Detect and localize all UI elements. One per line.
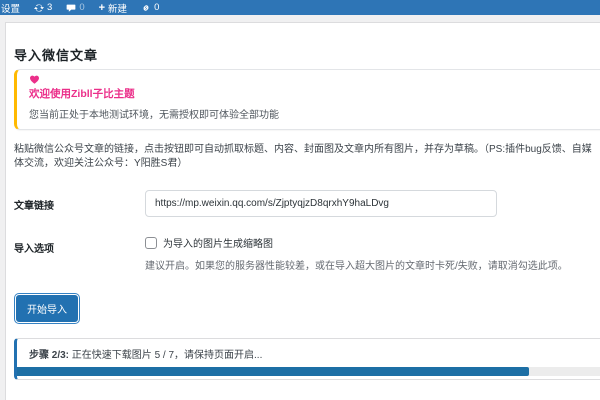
plugin-description: 粘贴微信公众号文章的链接，点击按钮即可自动抓取标题、内容、封面图及文章内所有图片… bbox=[14, 144, 592, 169]
options-field-cell: 为导入的图片生成缩略图 建议开启。如果您的服务器性能较差，或在导入超大图片的文章… bbox=[145, 233, 568, 272]
plus-icon: + bbox=[98, 1, 106, 14]
links-count: 0 bbox=[154, 2, 160, 13]
admin-bar-settings[interactable]: 设置 bbox=[0, 0, 27, 15]
link-icon bbox=[141, 3, 151, 13]
progress-notice: 步骤 2/3: 正在快速下载图片 5 / 7，请保持页面开启... bbox=[14, 338, 600, 380]
welcome-title: 欢迎使用Zibll子比主题 bbox=[29, 88, 135, 100]
heart-icon bbox=[29, 75, 600, 84]
admin-bar-links[interactable]: 0 bbox=[134, 0, 166, 15]
progress-status: 步骤 2/3: 正在快速下载图片 5 / 7，请保持页面开启... bbox=[17, 339, 600, 365]
link-field-cell bbox=[145, 190, 497, 217]
form-row-options: 导入选项 为导入的图片生成缩略图 建议开启。如果您的服务器性能较差，或在导入超大… bbox=[14, 233, 600, 272]
start-import-button[interactable]: 开始导入 bbox=[16, 295, 78, 322]
updates-count: 3 bbox=[47, 2, 53, 13]
comment-icon bbox=[66, 3, 76, 13]
admin-bar: 设置 3 0 + 新建 0 bbox=[0, 0, 600, 15]
article-link-input[interactable] bbox=[145, 190, 497, 217]
update-icon bbox=[34, 3, 45, 13]
settings-label: 设置 bbox=[1, 3, 21, 15]
admin-bar-comments[interactable]: 0 bbox=[59, 0, 91, 15]
page-title: 导入微信文章 bbox=[14, 48, 99, 63]
thumbnail-checkbox-label: 为导入的图片生成缩略图 bbox=[163, 239, 273, 250]
progress-message: 正在快速下载图片 5 / 7，请保持页面开启... bbox=[69, 350, 263, 361]
thumbnail-checkbox[interactable] bbox=[145, 236, 157, 249]
progress-bar-track bbox=[17, 367, 600, 376]
admin-bar-new[interactable]: + 新建 bbox=[92, 0, 134, 15]
link-label: 文章链接 bbox=[14, 201, 54, 212]
import-form: 文章链接 导入选项 为导入的图片生成缩略图 建议开启。如果您的服务器性能较差，或… bbox=[14, 190, 600, 272]
thumbnail-hint: 建议开启。如果您的服务器性能较差，或在导入超大图片的文章时卡死/失败，请取消勾选… bbox=[145, 261, 568, 272]
new-label: 新建 bbox=[108, 3, 128, 15]
welcome-notice: 欢迎使用Zibll子比主题 您当前正处于本地测试环境，无需授权即可体验全部功能 bbox=[14, 69, 600, 130]
comments-count: 0 bbox=[79, 2, 85, 13]
options-label: 导入选项 bbox=[14, 244, 54, 255]
form-row-link: 文章链接 bbox=[14, 190, 600, 217]
admin-page: 设置 3 0 + 新建 0 导入微信文章 欢迎使用Zibll子比主题 您当前正处… bbox=[0, 0, 600, 400]
welcome-subtitle: 您当前正处于本地测试环境，无需授权即可体验全部功能 bbox=[29, 110, 279, 121]
progress-step: 步骤 2/3: bbox=[29, 350, 70, 361]
thumbnail-option[interactable]: 为导入的图片生成缩略图 bbox=[145, 233, 568, 250]
content-panel: 导入微信文章 欢迎使用Zibll子比主题 您当前正处于本地测试环境，无需授权即可… bbox=[5, 22, 600, 400]
progress-bar-fill bbox=[17, 367, 529, 376]
admin-bar-updates[interactable]: 3 bbox=[27, 0, 59, 15]
